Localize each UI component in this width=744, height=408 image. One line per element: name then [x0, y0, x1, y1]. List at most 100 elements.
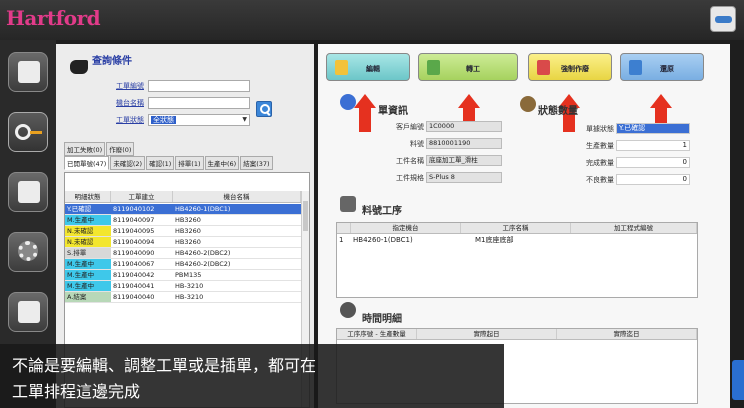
table-row[interactable]: N.未確認 8119040094 HB3260 [65, 237, 301, 248]
done-qty-value: 0 [616, 157, 690, 168]
row-status: Y.已確認 [65, 204, 111, 214]
order-info-title: 單資訊 [378, 106, 408, 117]
row-order-no: 8119040040 [113, 293, 155, 301]
process-row[interactable]: 1 HB4260-1(DBC1) M1底座底部 [337, 234, 697, 246]
edit-button[interactable]: 編輯 [326, 53, 410, 81]
tab-a-1[interactable]: 作廢(0) [106, 142, 135, 156]
chevron-down-icon: ▼ [242, 116, 247, 123]
tab-b-3[interactable]: 排單(1) [175, 156, 204, 170]
caption-line-2: 工單排程這邊完成 [12, 382, 141, 401]
order-status-label: 工單狀態 [116, 116, 144, 124]
tab-b-5[interactable]: 結案(37) [240, 156, 273, 170]
table-row[interactable]: M.生產中 8119040067 HB4260-2(DBC2) [65, 259, 301, 270]
table-row[interactable]: Y.已確認 8119040102 HB4260-1(DBC1) [65, 204, 301, 215]
row-order-no: 8119040041 [113, 282, 155, 290]
row-status: M.生產中 [65, 270, 111, 280]
table-row[interactable]: A.結案 8119040040 HB-3210 [65, 292, 301, 303]
order-status-select[interactable]: 全狀態 ▼ [148, 114, 250, 126]
defect-qty-value: 0 [616, 174, 690, 185]
clipboard-icon [340, 196, 356, 212]
process-col-machine: 指定機台 [351, 223, 461, 233]
grid-col-order[interactable]: 工單建立 [111, 191, 173, 202]
part-name-label: 工件名稱 [396, 157, 424, 165]
clock-icon [340, 302, 356, 318]
nav-tool-button[interactable] [8, 292, 48, 332]
tab-b-2[interactable]: 確認(1) [146, 156, 175, 170]
part-name-value: 底座加工單_滑柱 [426, 155, 502, 166]
restore-button[interactable]: 還原 [620, 53, 704, 81]
app-logo: Hartford [6, 6, 101, 30]
defect-qty-label: 不良數量 [586, 176, 614, 184]
row-machine: HB4260-1(DBC1) [175, 205, 231, 213]
time-col-seq: 工序序號 - 生產數量 [337, 329, 417, 339]
part-spec-label: 工件規格 [396, 174, 424, 182]
table-row[interactable]: N.未確認 8119040095 HB3260 [65, 226, 301, 237]
order-no-input[interactable] [148, 80, 250, 92]
machine-name-input[interactable] [148, 97, 250, 109]
table-row[interactable]: M.生產中 8119040041 HB-3210 [65, 281, 301, 292]
process-row-program [571, 234, 697, 246]
row-order-no: 8119040102 [113, 205, 155, 213]
row-order-no: 8119040067 [113, 260, 155, 268]
time-detail-title: 時間明細 [362, 314, 402, 325]
row-machine: HB-3210 [175, 293, 204, 301]
side-widget[interactable] [732, 360, 744, 400]
machine-name-label: 機台名稱 [116, 99, 144, 107]
nav-settings-button[interactable] [8, 232, 48, 272]
grid-col-status[interactable]: 明細狀態 [65, 191, 111, 202]
customer-no-value: 1C0000 [426, 121, 502, 132]
grid-col-machine[interactable]: 機台名稱 [173, 191, 301, 202]
row-machine: HB3260 [175, 227, 201, 235]
part-spec-value: S-Plus 8 [426, 172, 502, 183]
device-icon[interactable] [710, 6, 736, 32]
order-no-label: 工單編號 [116, 82, 144, 90]
row-machine: HB3260 [175, 216, 201, 224]
tab-a-0[interactable]: 加工失敗(0) [64, 142, 106, 156]
order-status-value: 全狀態 [151, 116, 176, 124]
table-row[interactable]: S.排單 8119040090 HB4260-2(DBC2) [65, 248, 301, 259]
search-button[interactable] [256, 101, 272, 117]
row-machine: HB-3210 [175, 282, 204, 290]
doc-status-label: 單據狀態 [586, 125, 614, 133]
nav-key-button[interactable] [8, 112, 48, 152]
time-col-end: 實際迄日 [557, 329, 697, 339]
row-status: S.排單 [65, 248, 111, 258]
box-icon [520, 96, 536, 112]
customer-no-label: 客戶編號 [396, 123, 424, 131]
subtitle-caption: 不論是要編輯、調整工單或是插單，都可在 工單排程這邊完成 [0, 344, 504, 408]
force-void-button[interactable]: 強制作廢 [528, 53, 612, 81]
row-status: M.生產中 [65, 215, 111, 225]
info-icon [340, 94, 356, 110]
done-qty-label: 完成數量 [586, 159, 614, 167]
process-row-no: 1 [339, 236, 344, 244]
process-title: 料號工序 [362, 206, 402, 217]
gear-icon [18, 241, 38, 261]
row-machine: HB3260 [175, 238, 201, 246]
process-col-program: 加工程式編號 [571, 223, 697, 233]
process-col-step: 工序名稱 [461, 223, 571, 233]
row-status: M.生產中 [65, 259, 111, 269]
tab-b-4[interactable]: 生產中(6) [204, 156, 240, 170]
adjust-button[interactable]: 轉工 [418, 53, 518, 81]
produce-qty-value: 1 [616, 140, 690, 151]
part-no-value: 8810001190 [426, 138, 502, 149]
row-status: M.生產中 [65, 281, 111, 291]
tab-b-1[interactable]: 未確認(2) [110, 156, 146, 170]
process-row-machine: HB4260-1(DBC1) [353, 236, 413, 244]
tab-b-0[interactable]: 已開單號(47) [64, 156, 110, 170]
pointer-hand-icon [70, 60, 88, 74]
row-order-no: 8119040097 [113, 216, 155, 224]
time-col-start: 實際起日 [417, 329, 557, 339]
row-status: A.結案 [65, 292, 111, 302]
table-row[interactable]: M.生產中 8119040042 PBM135 [65, 270, 301, 281]
row-order-no: 8119040042 [113, 271, 155, 279]
scroll-thumb[interactable] [303, 201, 308, 231]
nav-order-button[interactable] [8, 52, 48, 92]
table-row[interactable]: M.生產中 8119040097 HB3260 [65, 215, 301, 226]
row-status: N.未確認 [65, 237, 111, 247]
row-machine: HB4260-2(DBC2) [175, 249, 231, 257]
grid-header: 明細狀態 工單建立 機台名稱 [65, 191, 301, 203]
process-row-step: M1底座底部 [475, 236, 514, 244]
title-bar: Hartford [0, 0, 744, 40]
nav-report-button[interactable] [8, 172, 48, 212]
